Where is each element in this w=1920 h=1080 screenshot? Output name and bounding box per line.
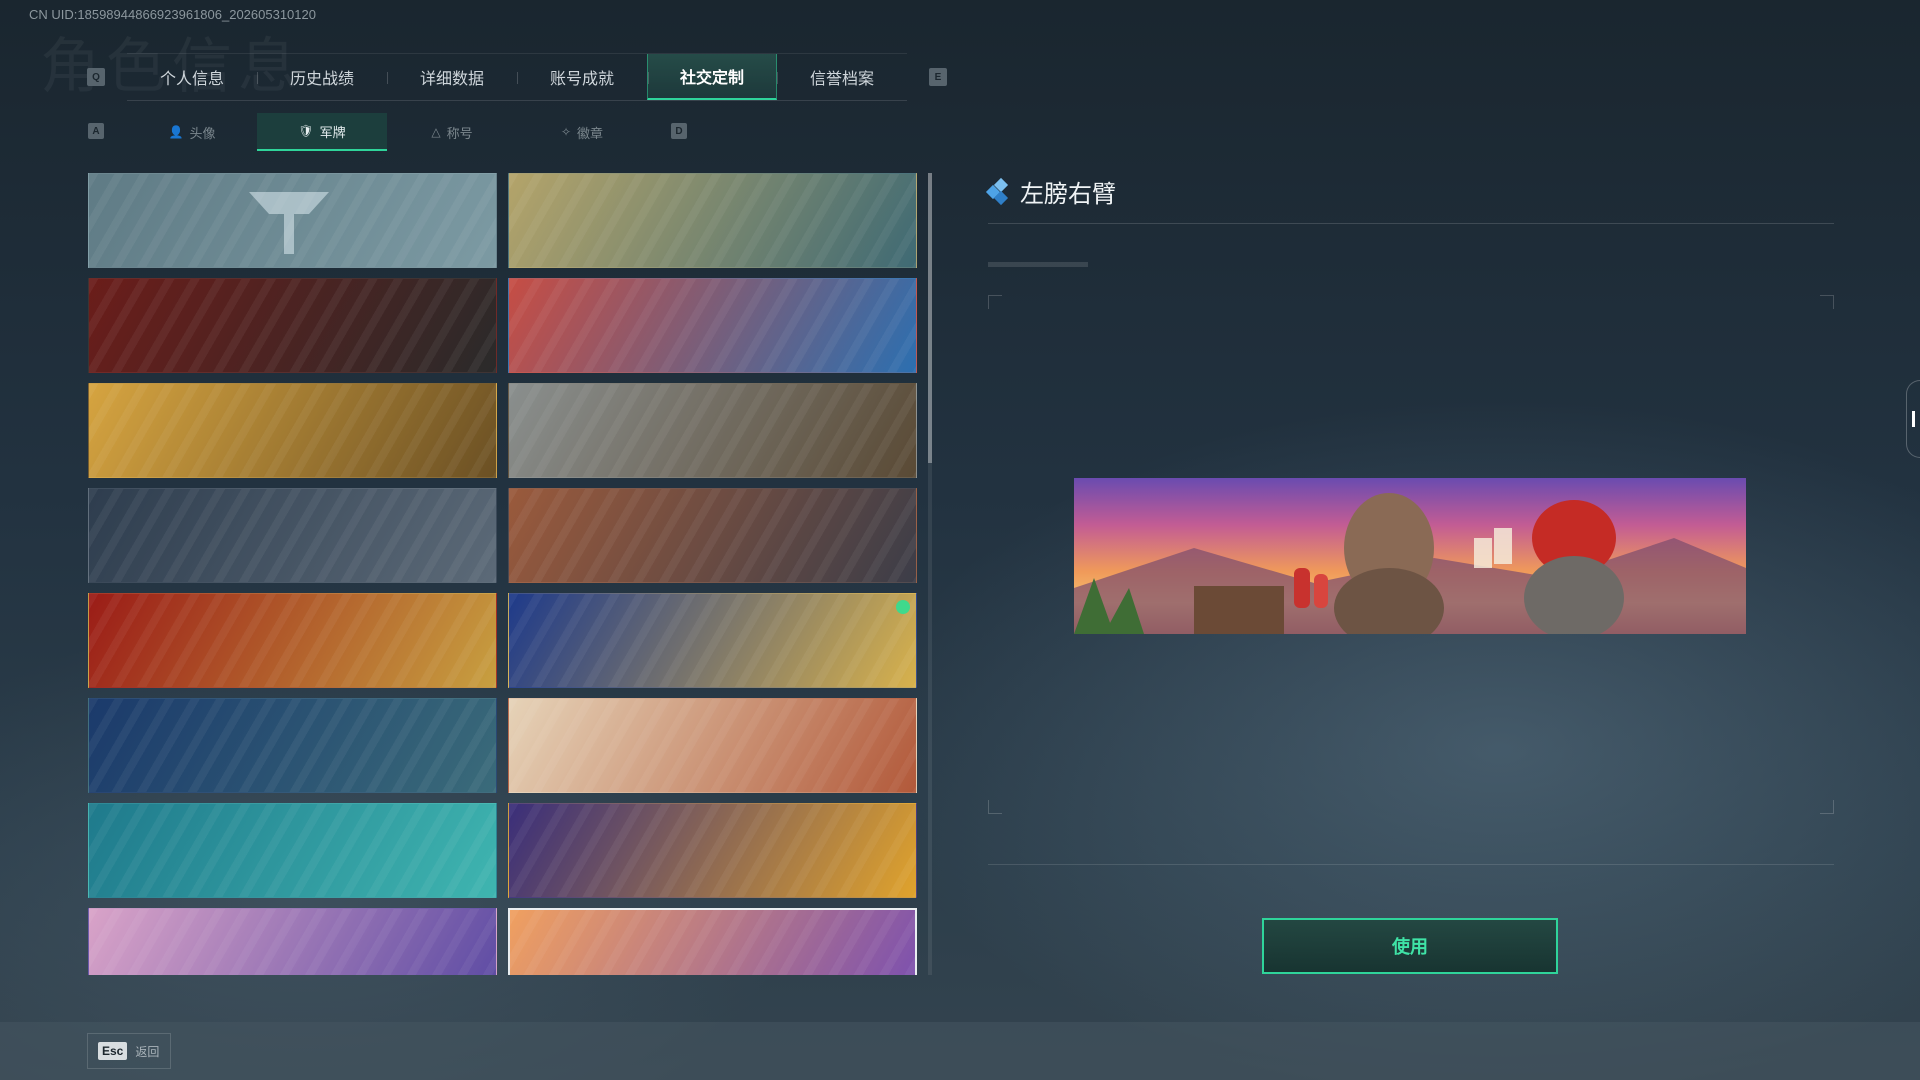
title-divider <box>988 223 1834 224</box>
frame-corner <box>1820 800 1834 814</box>
esc-key-icon: Esc <box>98 1042 128 1060</box>
tab-3[interactable]: 账号成就 <box>517 54 647 100</box>
diamond-icon <box>985 177 1012 205</box>
subtab-1[interactable]: 🛡 军牌 <box>257 113 387 151</box>
tab-4[interactable]: 社交定制 <box>647 54 777 100</box>
dogtag-card-octopus-wave[interactable] <box>508 278 917 373</box>
back-button[interactable]: Esc 返回 <box>87 1033 171 1069</box>
detail-title: 左膀右臂 <box>1020 180 1116 208</box>
card-artwork <box>89 279 496 372</box>
dogtag-card-party-dinner[interactable] <box>508 488 917 583</box>
subtab-label: 头像 <box>189 126 216 142</box>
next-tab-key-hint[interactable]: E <box>929 68 947 86</box>
detail-header: 左膀右臂 <box>985 174 1116 209</box>
main-tab-bar: 个人信息 历史战绩 详细数据 账号成就 社交定制 信誉档案 <box>127 53 907 101</box>
tab-1[interactable]: 历史战绩 <box>257 54 387 100</box>
back-label: 返回 <box>135 1044 160 1059</box>
side-drawer-handle[interactable] <box>1906 380 1920 458</box>
dogtag-card-mountain-sniper[interactable] <box>508 383 917 478</box>
card-artwork <box>89 489 496 582</box>
tab-5[interactable]: 信誉档案 <box>777 54 907 100</box>
card-artwork <box>509 594 916 687</box>
frame-corner <box>1820 295 1834 309</box>
preview-illustration <box>1074 493 1746 634</box>
card-artwork <box>509 804 916 897</box>
game-logo-icon <box>249 192 329 254</box>
new-indicator-icon <box>896 600 910 614</box>
dogtag-card-red-squad[interactable] <box>88 278 497 373</box>
dogtag-card-desert-gunsmith[interactable] <box>508 173 917 268</box>
subtab-2[interactable]: △ 称号 <box>387 113 517 151</box>
dogtag-card-carnival-smile[interactable] <box>508 803 917 898</box>
subtab-0[interactable]: 👤 头像 <box>127 113 257 151</box>
dogtag-card-gold-jewel[interactable] <box>508 593 917 688</box>
tab-0[interactable]: 个人信息 <box>127 54 257 100</box>
dogtag-card-stairway-assault[interactable] <box>88 488 497 583</box>
card-artwork <box>89 384 496 477</box>
dogtag-card-red-rose-dragon[interactable] <box>88 593 497 688</box>
card-artwork <box>89 594 496 687</box>
subtab-label: 徽章 <box>577 126 604 142</box>
dogtag-card-chibi-celebration[interactable] <box>508 698 917 793</box>
uid-label: CN UID:185989448669239618​06_20260531012… <box>29 7 316 22</box>
triangle-icon: △ <box>431 125 441 139</box>
detail-bottom-divider <box>988 864 1834 865</box>
detail-subtext-placeholder <box>988 262 1088 267</box>
tab-2[interactable]: 详细数据 <box>387 54 517 100</box>
card-artwork <box>89 909 496 975</box>
dogtag-card-feast-table[interactable] <box>88 383 497 478</box>
card-artwork <box>89 699 496 792</box>
card-artwork <box>89 804 496 897</box>
prev-tab-key-hint[interactable]: Q <box>87 68 105 86</box>
scrollbar-thumb[interactable] <box>928 173 932 463</box>
subtab-label: 称号 <box>446 126 473 142</box>
use-button[interactable]: 使用 <box>1262 918 1558 974</box>
subtab-label: 军牌 <box>319 125 346 141</box>
subtab-3[interactable]: ✧ 徽章 <box>517 113 647 151</box>
person-icon: 👤 <box>168 125 184 139</box>
shield-emblem-icon: 🛡 <box>298 124 314 138</box>
card-artwork <box>509 384 916 477</box>
card-artwork <box>509 489 916 582</box>
dogtag-card-default-emblem[interactable] <box>88 173 497 268</box>
card-artwork <box>509 174 916 267</box>
grid-scrollbar[interactable] <box>928 173 932 975</box>
footer-bar <box>0 1022 1920 1080</box>
card-artwork <box>509 279 916 372</box>
sub-tab-bar: 👤 头像 🛡 军牌 △ 称号 ✧ 徽章 <box>127 113 647 151</box>
next-subtab-key-hint[interactable]: D <box>671 123 687 139</box>
frame-corner <box>988 295 1002 309</box>
frame-corner <box>988 800 1002 814</box>
card-artwork <box>510 910 915 975</box>
wing-badge-icon: ✧ <box>560 125 572 139</box>
card-artwork <box>509 699 916 792</box>
dogtag-card-pink-roses[interactable] <box>88 908 497 975</box>
dogtag-preview <box>1074 478 1746 634</box>
dogtag-card-blue-phoenix[interactable] <box>88 698 497 793</box>
dogtag-grid <box>88 173 918 975</box>
prev-subtab-key-hint[interactable]: A <box>88 123 104 139</box>
dogtag-card-teal-seascape[interactable] <box>88 803 497 898</box>
dogtag-card-sunset-duo[interactable] <box>508 908 917 975</box>
